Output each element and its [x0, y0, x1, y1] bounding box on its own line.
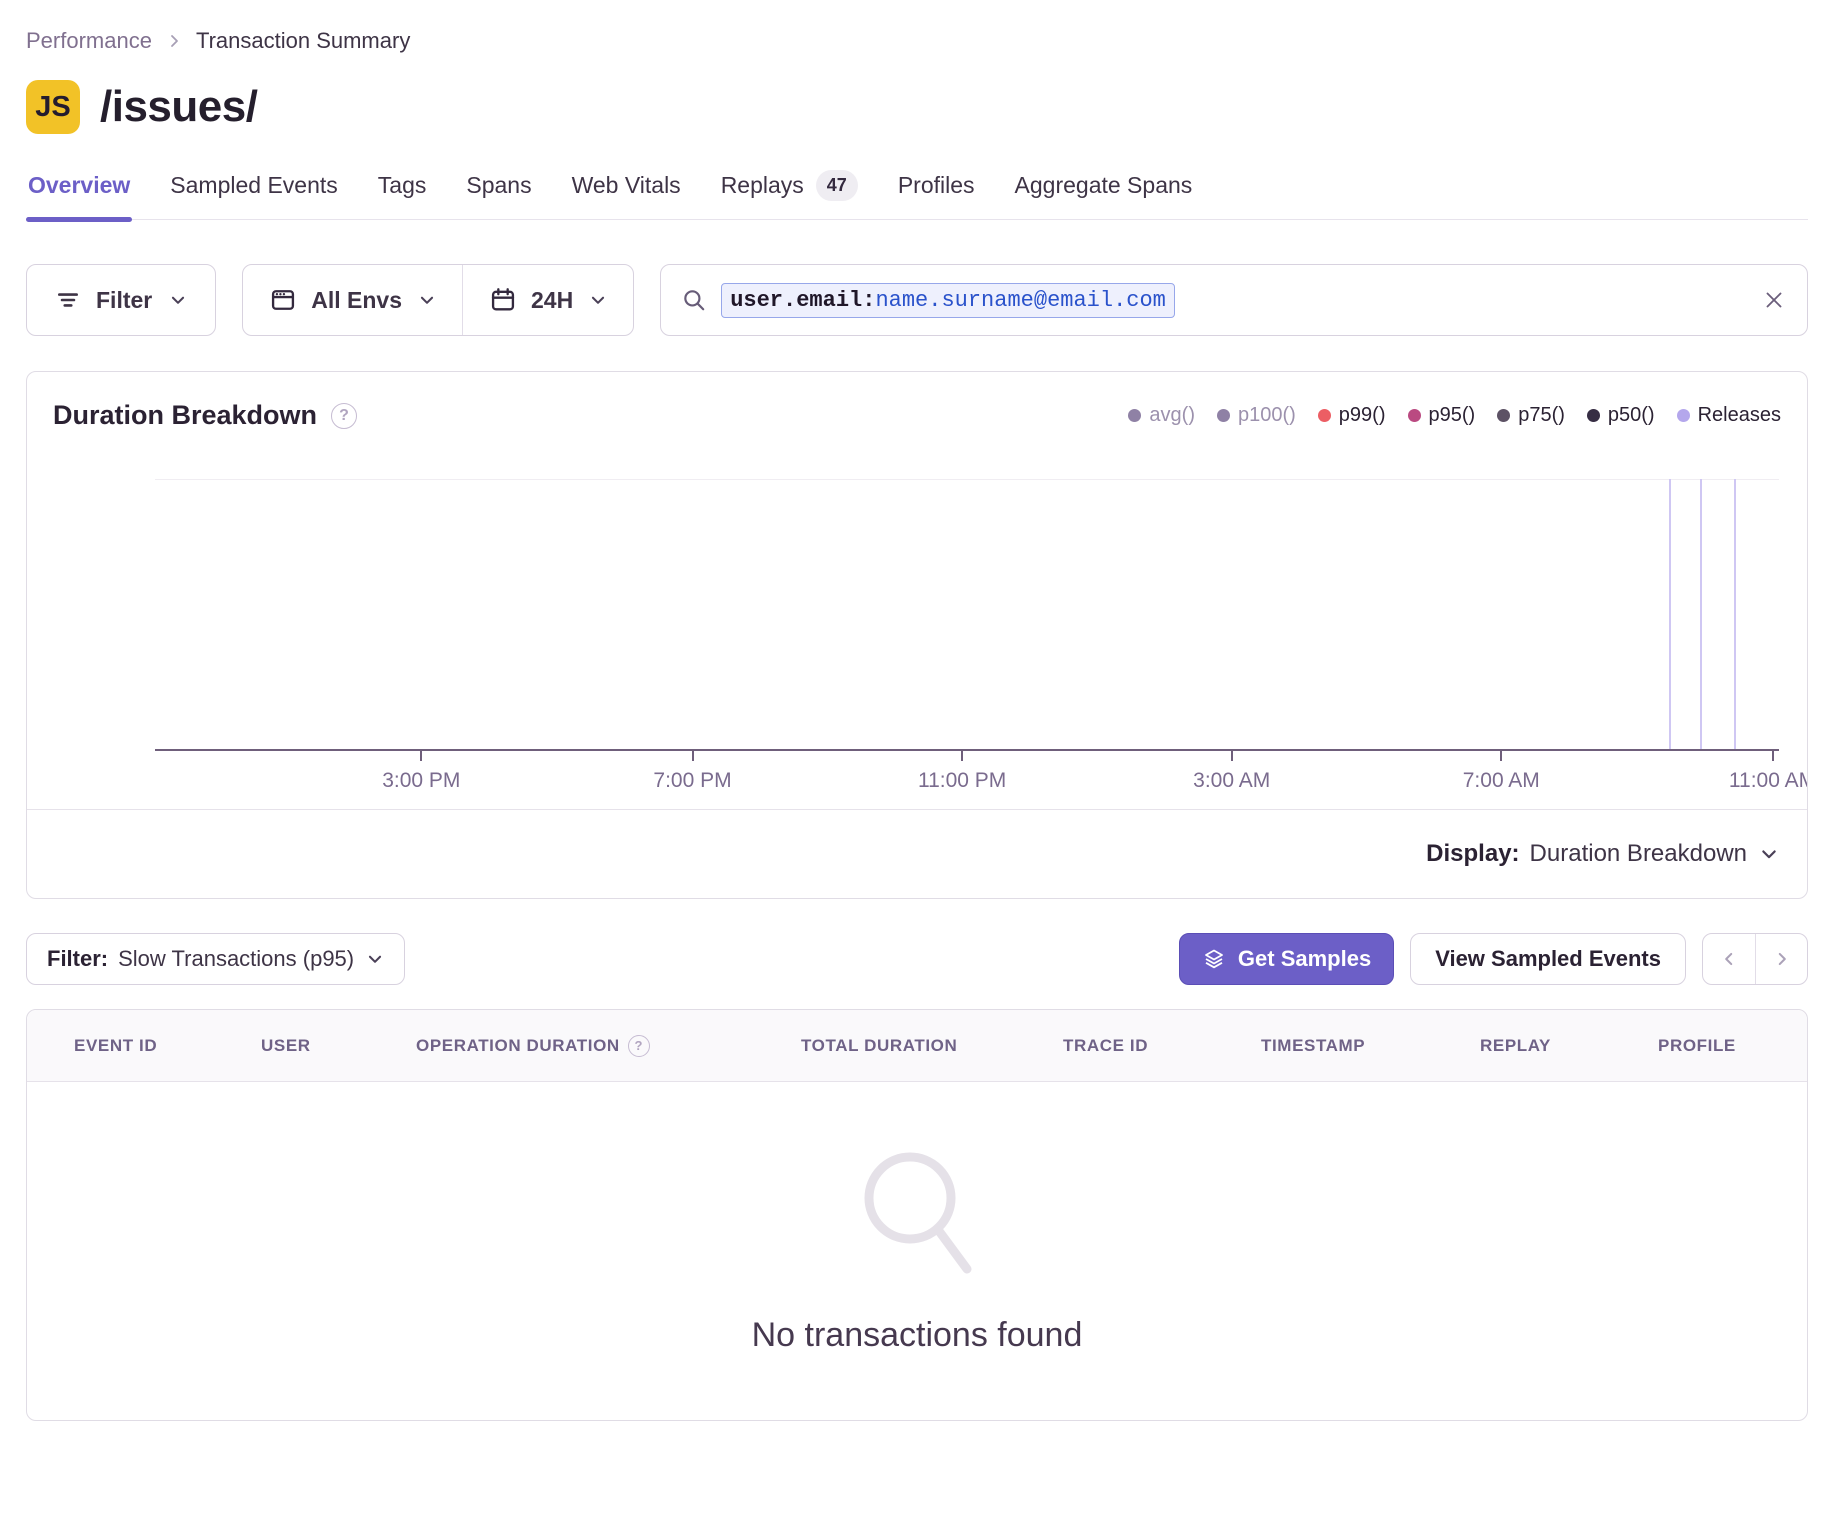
view-sampled-events-button[interactable]: View Sampled Events	[1410, 933, 1686, 985]
replays-count-badge: 47	[816, 170, 858, 201]
tab-web-vitals[interactable]: Web Vitals	[570, 170, 683, 219]
chevron-down-icon	[366, 950, 384, 968]
tab-overview[interactable]: Overview	[26, 170, 132, 219]
get-samples-button[interactable]: Get Samples	[1179, 933, 1394, 985]
x-axis	[155, 749, 1779, 751]
tab-aggregate-spans[interactable]: Aggregate Spans	[1013, 170, 1195, 219]
column-event-id: EVENT ID	[74, 1036, 157, 1056]
search-input[interactable]: user.email:name.surname@email.com	[660, 264, 1808, 336]
tab-bar: Overview Sampled Events Tags Spans Web V…	[26, 170, 1808, 220]
magnifier-empty-icon	[858, 1150, 976, 1280]
chart-legend: avg() p100() p99() p95() p75() p50() Rel…	[1128, 400, 1781, 427]
x-axis-label: 7:00 PM	[653, 769, 731, 793]
help-icon[interactable]: ?	[331, 403, 357, 429]
pagination	[1702, 933, 1808, 985]
chart-title: Duration Breakdown	[53, 400, 317, 431]
tab-replays[interactable]: Replays 47	[719, 170, 860, 219]
tab-profiles[interactable]: Profiles	[896, 170, 977, 219]
javascript-platform-icon: JS	[26, 80, 80, 134]
column-timestamp: TIMESTAMP	[1261, 1036, 1365, 1056]
legend-releases[interactable]: Releases	[1677, 404, 1781, 427]
column-user: USER	[261, 1036, 311, 1056]
window-icon	[269, 286, 297, 314]
chart-plot-area: 1ms 0 3:00 PM7:00 PM11:00 PM3:00 AM7:00 …	[155, 479, 1807, 809]
x-axis-label: 3:00 AM	[1193, 769, 1270, 793]
x-axis-label: 11:00 AM	[1729, 769, 1807, 793]
legend-p100[interactable]: p100()	[1217, 404, 1296, 427]
column-replay: REPLAY	[1480, 1036, 1551, 1056]
chevron-right-icon	[166, 33, 182, 49]
legend-avg[interactable]: avg()	[1128, 404, 1195, 427]
environment-selector[interactable]: All Envs	[243, 286, 462, 314]
table-header-row: EVENT ID USER OPERATION DURATION? TOTAL …	[27, 1010, 1807, 1082]
tab-tags[interactable]: Tags	[376, 170, 429, 219]
legend-p50[interactable]: p50()	[1587, 404, 1655, 427]
x-axis-label: 11:00 PM	[918, 769, 1006, 793]
prev-page-button[interactable]	[1703, 934, 1755, 984]
clear-search-icon[interactable]	[1761, 287, 1787, 313]
search-filter-token[interactable]: user.email:name.surname@email.com	[721, 283, 1175, 318]
performance-summary-page: Performance Transaction Summary JS /issu…	[0, 0, 1834, 1421]
samples-toolbar: Filter: Slow Transactions (p95) Get Samp…	[26, 933, 1808, 985]
empty-state: No transactions found	[27, 1082, 1807, 1421]
filter-button[interactable]: Filter	[26, 264, 216, 336]
column-operation-duration: OPERATION DURATION?	[416, 1035, 650, 1057]
duration-breakdown-card: Duration Breakdown ? avg() p100() p99() …	[26, 371, 1808, 899]
column-total-duration: TOTAL DURATION	[801, 1036, 957, 1056]
samples-filter-selector[interactable]: Filter: Slow Transactions (p95)	[26, 933, 405, 985]
breadcrumb: Performance Transaction Summary	[26, 28, 1808, 54]
next-page-button[interactable]	[1755, 934, 1807, 984]
x-axis-label: 3:00 PM	[382, 769, 460, 793]
display-selector[interactable]: Display: Duration Breakdown	[27, 809, 1807, 898]
stack-icon	[1202, 947, 1226, 971]
chevron-down-icon	[589, 291, 607, 309]
column-trace-id: TRACE ID	[1063, 1036, 1148, 1056]
tab-sampled-events[interactable]: Sampled Events	[168, 170, 339, 219]
tab-spans[interactable]: Spans	[464, 170, 533, 219]
help-icon[interactable]: ?	[628, 1035, 650, 1057]
chevron-down-icon	[169, 291, 187, 309]
breadcrumb-performance[interactable]: Performance	[26, 28, 152, 54]
page-header: JS /issues/	[26, 80, 1808, 134]
page-title: /issues/	[100, 82, 257, 132]
breadcrumb-transaction-summary: Transaction Summary	[196, 28, 410, 54]
transactions-table: EVENT ID USER OPERATION DURATION? TOTAL …	[26, 1009, 1808, 1421]
column-profile: PROFILE	[1658, 1036, 1736, 1056]
filter-bar: Filter All Envs 24H	[26, 264, 1808, 336]
calendar-icon	[489, 286, 517, 314]
legend-p75[interactable]: p75()	[1497, 404, 1565, 427]
search-icon	[681, 287, 707, 313]
gridline	[155, 479, 1779, 480]
date-range-selector[interactable]: 24H	[463, 286, 633, 314]
chevron-down-icon	[1759, 844, 1779, 864]
legend-p99[interactable]: p99()	[1318, 404, 1386, 427]
legend-p95[interactable]: p95()	[1408, 404, 1476, 427]
env-date-group: All Envs 24H	[242, 264, 634, 336]
chevron-down-icon	[418, 291, 436, 309]
x-axis-label: 7:00 AM	[1463, 769, 1540, 793]
filter-lines-icon	[55, 287, 81, 313]
empty-state-text: No transactions found	[752, 1316, 1083, 1355]
